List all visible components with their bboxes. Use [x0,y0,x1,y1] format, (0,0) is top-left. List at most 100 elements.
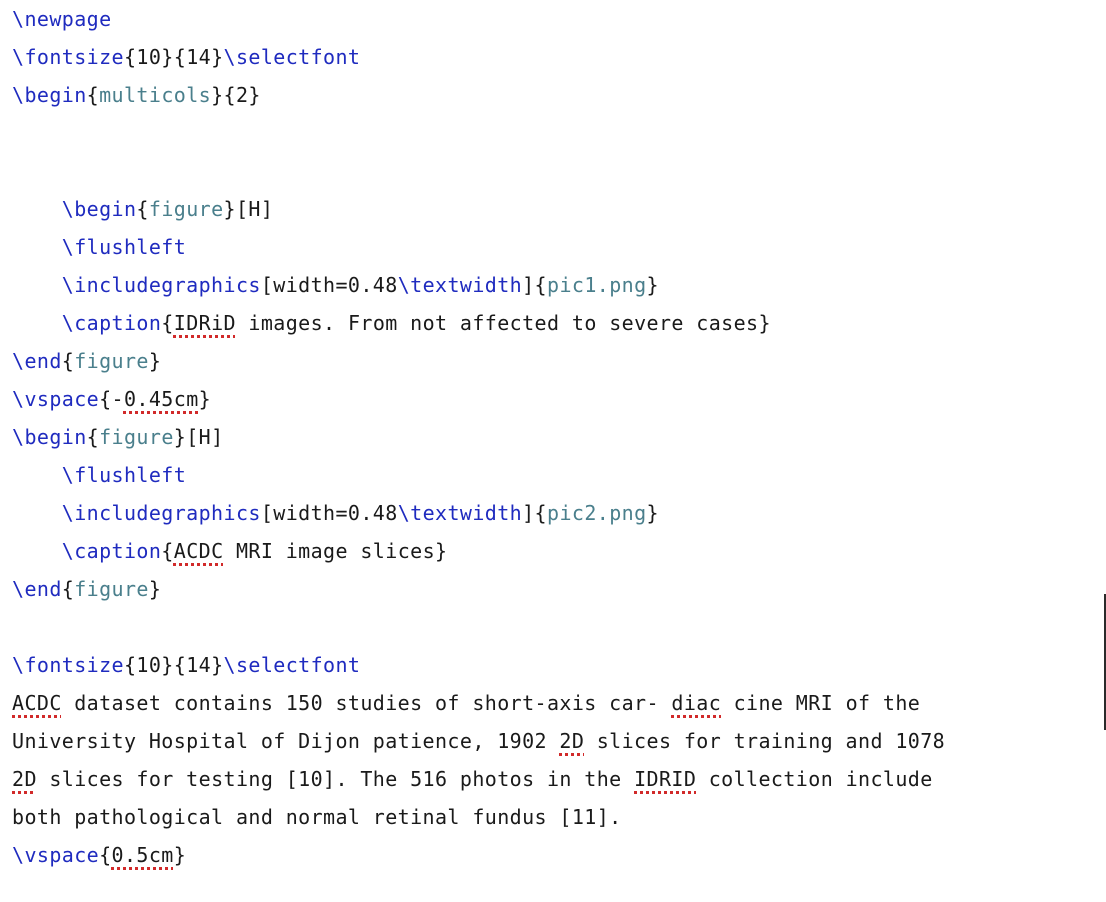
misspelled-token: ACDC [173,539,224,563]
latex-command: \selectfont [223,45,361,69]
code-text: { [86,425,100,449]
code-text: { [136,197,149,221]
latex-command: \selectfont [223,653,361,677]
latex-command: \end [12,349,62,373]
misspelled-token: ACDC [12,691,62,715]
latex-command: \flushleft [61,463,187,487]
code-text: ]{ [522,501,547,525]
latex-command: \flushleft [61,235,187,259]
code-text: }[H] [173,425,224,449]
latex-command: \includegraphics [61,273,261,297]
code-text: {10}{14} [123,45,224,69]
code-line[interactable] [12,114,1097,152]
code-text: { [161,539,174,563]
code-area[interactable]: \newpage \fontsize{10}{14}\selectfont \beg… [12,0,1097,874]
misspelled-token: 2D [12,767,37,791]
code-text: } [646,501,659,525]
code-text: [width=0.48 [260,501,398,525]
code-line[interactable]: \begin{figure}[H] [12,418,1097,456]
misspelled-token: 0.45cm [123,387,199,411]
latex-command: \textwidth [397,273,523,297]
code-line[interactable]: \caption{ACDC MRI image slices} [12,532,1097,570]
code-line[interactable]: \end{figure} [12,570,1097,608]
latex-command: \begin [12,83,87,107]
latex-command: \vspace [12,843,100,867]
code-text: { [61,577,75,601]
latex-command: \fontsize [12,653,124,677]
code-line[interactable]: \includegraphics[width=0.48\textwidth]{p… [12,266,1097,304]
code-text: University Hospital of Dijon patience, 1… [12,729,560,753]
code-text: } [198,387,212,411]
code-line[interactable]: \flushleft [12,456,1097,494]
misspelled-token: diac [671,691,722,715]
misspelled-token: 0.5cm [111,843,174,867]
code-text: }{2} [211,83,261,107]
latex-argument: pic1.png [547,273,647,297]
latex-argument: multicols [99,83,212,107]
code-line[interactable]: \fontsize{10}{14}\selectfont [12,38,1097,76]
code-line[interactable]: both pathological and normal retinal fun… [12,798,1097,836]
latex-argument: figure [148,197,224,221]
code-line[interactable] [12,152,1097,190]
code-text: } [173,843,187,867]
latex-editor[interactable]: \newpage \fontsize{10}{14}\selectfont \beg… [0,0,1106,902]
code-text: } [148,577,162,601]
code-line[interactable]: \newpage [12,0,1097,38]
code-line[interactable]: ACDC dataset contains 150 studies of sho… [12,684,1097,722]
code-text: images. From not affected to severe case… [235,311,771,335]
latex-command: \vspace [12,387,100,411]
latex-command: \includegraphics [61,501,261,525]
code-text: {- [99,387,124,411]
code-text: slices for training and 1078 [584,729,946,753]
code-line[interactable]: \caption{IDRiD images. From not affected… [12,304,1097,342]
latex-argument: figure [74,349,149,373]
latex-argument: figure [74,577,149,601]
code-line[interactable]: 2D slices for testing [10]. The 516 phot… [12,760,1097,798]
code-text: slices for testing [10]. The 516 photos … [36,767,635,791]
code-line[interactable]: \fontsize{10}{14}\selectfont [12,646,1097,684]
latex-command: \end [12,577,62,601]
latex-argument: pic2.png [547,501,647,525]
latex-command: \newpage [12,7,112,31]
latex-command: \caption [61,311,162,335]
code-line[interactable]: \end{figure} [12,342,1097,380]
code-text: } [646,273,659,297]
code-line[interactable]: University Hospital of Dijon patience, 1… [12,722,1097,760]
code-text: ]{ [522,273,547,297]
latex-command: \begin [61,197,137,221]
code-line[interactable]: \includegraphics[width=0.48\textwidth]{p… [12,494,1097,532]
code-text: {10}{14} [123,653,224,677]
code-line[interactable]: \begin{multicols}{2} [12,76,1097,114]
code-text: { [161,311,174,335]
code-text: } [148,349,162,373]
code-text: { [99,843,112,867]
code-line[interactable]: \begin{figure}[H] [12,190,1097,228]
latex-command: \textwidth [397,501,523,525]
latex-argument: figure [99,425,174,449]
misspelled-token: 2D [559,729,585,753]
code-text: cine MRI of the [721,691,921,715]
code-text: { [61,349,75,373]
code-text: collection include [696,767,933,791]
code-line[interactable]: \vspace{-0.45cm} [12,380,1097,418]
latex-command: \caption [61,539,162,563]
code-line[interactable]: \flushleft [12,228,1097,266]
code-text: dataset contains 150 studies of short-ax… [61,691,672,715]
misspelled-token: IDRiD [173,311,236,335]
code-line[interactable] [12,608,1097,646]
code-text: [width=0.48 [260,273,398,297]
code-text: MRI image slices} [223,539,448,563]
latex-command: \begin [12,425,87,449]
code-line[interactable]: \vspace{0.5cm} [12,836,1097,874]
code-text: { [86,83,100,107]
misspelled-token: IDRID [634,767,697,791]
code-text: both pathological and normal retinal fun… [12,805,622,829]
latex-command: \fontsize [12,45,124,69]
